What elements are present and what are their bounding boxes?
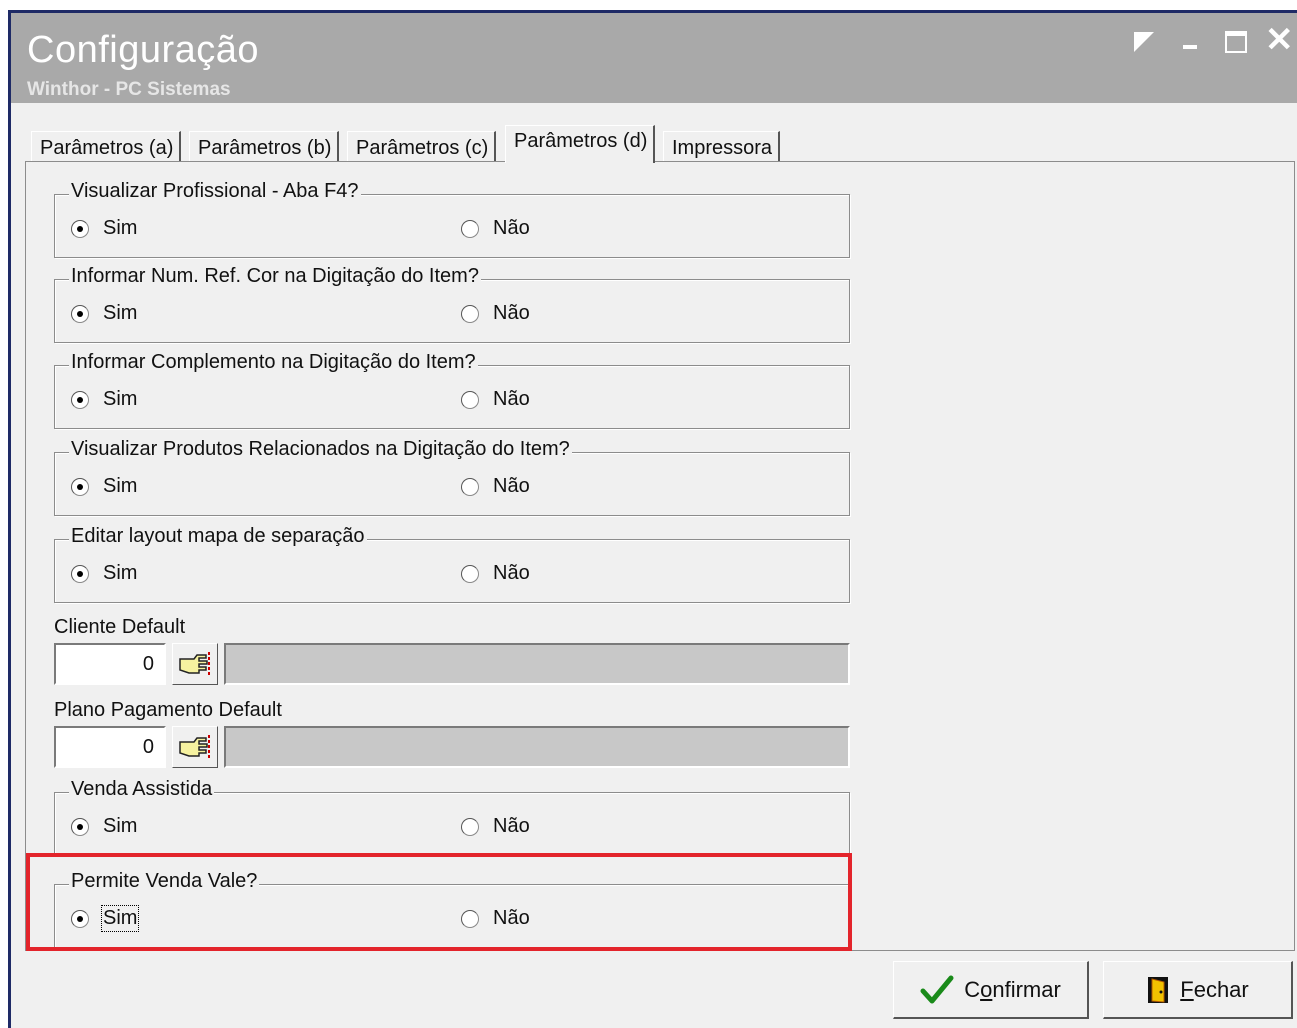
group-num-ref-cor: Informar Num. Ref. Cor na Digitação do I…: [54, 265, 850, 343]
group-title: Editar layout mapa de separação: [69, 525, 367, 548]
radio-nao[interactable]: Não: [461, 907, 530, 930]
tab-parametros-c[interactable]: Parâmetros (c): [347, 131, 497, 163]
tab-parametros-d[interactable]: Parâmetros (d): [505, 125, 656, 163]
tab-impressora[interactable]: Impressora: [663, 131, 781, 163]
confirm-button[interactable]: Confirmar: [893, 961, 1089, 1019]
radio-nao[interactable]: Não: [461, 475, 530, 498]
group-title: Venda Assistida: [69, 778, 215, 801]
radio-sim[interactable]: Sim: [71, 475, 137, 498]
radio-sim[interactable]: Sim: [71, 388, 137, 411]
config-window: Configuração Winthor - PC Sistemas ✕ Par…: [8, 10, 1297, 1028]
group-title: Permite Venda Vale?: [69, 870, 260, 893]
close-icon[interactable]: ✕: [1265, 23, 1294, 57]
window-subtitle: Winthor - PC Sistemas: [27, 79, 231, 100]
plano-lookup-button[interactable]: [172, 726, 218, 768]
radio-nao[interactable]: Não: [461, 302, 530, 325]
radio-checked-icon: [71, 304, 89, 323]
plano-description-field: [224, 726, 850, 768]
radio-unchecked-icon: [461, 477, 479, 496]
radio-nao[interactable]: Não: [461, 815, 530, 838]
radio-nao[interactable]: Não: [461, 217, 530, 240]
confirm-label: Confirmar: [964, 976, 1061, 1002]
exit-door-icon: [1146, 975, 1170, 1005]
group-produtos-relacionados: Visualizar Produtos Relacionados na Digi…: [54, 438, 850, 516]
group-venda-assistida: Venda Assistida Sim Não: [54, 778, 850, 856]
radio-sim[interactable]: Sim: [71, 302, 137, 325]
radio-unchecked-icon: [461, 817, 479, 836]
radio-sim[interactable]: Sim: [71, 905, 140, 932]
radio-sim[interactable]: Sim: [71, 217, 137, 240]
maximize-icon[interactable]: [1225, 31, 1247, 53]
radio-checked-icon: [71, 564, 89, 583]
group-layout-mapa: Editar layout mapa de separação Sim Não: [54, 525, 850, 603]
pointing-hand-icon: [179, 735, 210, 759]
close-label: Fechar: [1180, 976, 1249, 1002]
radio-checked-icon: [71, 219, 89, 238]
radio-sim[interactable]: Sim: [71, 815, 137, 838]
radio-nao[interactable]: Não: [461, 562, 530, 585]
close-button[interactable]: Fechar: [1103, 961, 1293, 1019]
radio-unchecked-icon: [461, 219, 479, 238]
tab-parametros-a[interactable]: Parâmetros (a): [31, 131, 182, 163]
radio-unchecked-icon: [461, 909, 479, 928]
checkmark-icon: [920, 975, 954, 1005]
radio-unchecked-icon: [461, 304, 479, 323]
radio-checked-icon: [71, 909, 89, 928]
minimize-icon[interactable]: [1183, 45, 1197, 49]
pointing-hand-icon: [179, 652, 210, 676]
group-complemento: Informar Complemento na Digitação do Ite…: [54, 351, 850, 429]
cliente-lookup-button[interactable]: [172, 643, 218, 685]
radio-nao[interactable]: Não: [461, 388, 530, 411]
group-permite-venda-vale: Permite Venda Vale? Sim Não: [54, 870, 850, 948]
tab-panel: Visualizar Profissional - Aba F4? Sim Nã…: [25, 161, 1295, 951]
group-title: Informar Num. Ref. Cor na Digitação do I…: [69, 265, 481, 288]
radio-checked-icon: [71, 390, 89, 409]
group-title: Informar Complemento na Digitação do Ite…: [69, 351, 478, 374]
radio-unchecked-icon: [461, 564, 479, 583]
group-visualizar-profissional: Visualizar Profissional - Aba F4? Sim Nã…: [54, 180, 850, 258]
cliente-default-label: Cliente Default: [54, 616, 186, 638]
window-title: Configuração: [27, 29, 260, 71]
plano-pagamento-label: Plano Pagamento Default: [54, 699, 282, 721]
cliente-default-input[interactable]: 0: [54, 643, 166, 685]
title-bar: Configuração Winthor - PC Sistemas ✕: [11, 13, 1297, 103]
cliente-description-field: [224, 643, 850, 685]
radio-checked-icon: [71, 817, 89, 836]
radio-checked-icon: [71, 477, 89, 496]
plano-pagamento-input[interactable]: 0: [54, 726, 166, 768]
group-title: Visualizar Produtos Relacionados na Digi…: [69, 438, 572, 461]
radio-sim[interactable]: Sim: [71, 562, 137, 585]
group-title: Visualizar Profissional - Aba F4?: [69, 180, 361, 203]
restore-icon[interactable]: [1133, 31, 1155, 53]
tab-parametros-b[interactable]: Parâmetros (b): [189, 131, 340, 163]
radio-unchecked-icon: [461, 390, 479, 409]
